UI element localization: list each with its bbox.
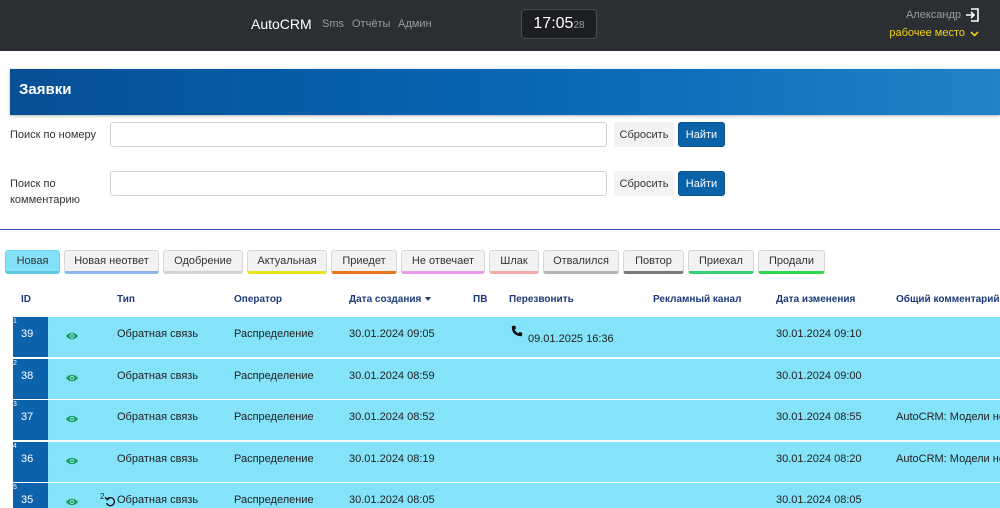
tab-junk[interactable]: Шлак — [489, 250, 539, 274]
row-id-cell[interactable]: 5 35 — [13, 483, 48, 508]
nav-link-reports[interactable]: Отчёты — [352, 18, 390, 30]
row-id[interactable]: 37 — [21, 411, 33, 423]
row-id-cell[interactable]: 3 37 — [13, 400, 48, 440]
row-created: 30.01.2024 08:05 — [349, 494, 435, 506]
eye-icon[interactable] — [65, 456, 79, 466]
top-navbar: AutoCRM Sms Отчёты Админ 17:0528 Алексан… — [0, 0, 1000, 51]
row-created: 30.01.2024 08:52 — [349, 411, 435, 423]
tab-actual[interactable]: Актуальная — [247, 250, 327, 274]
table-row[interactable]: 3 37 Обратная связь Распределение 30.01.2024… — [13, 399, 1000, 440]
user-name[interactable]: Александр — [906, 9, 961, 21]
row-type: Обратная связь — [117, 328, 199, 340]
search-by-comment-input[interactable] — [110, 171, 607, 196]
row-modified: 30.01.2024 09:10 — [776, 328, 862, 340]
eye-icon[interactable] — [65, 414, 79, 424]
row-type: Обратная связь — [117, 369, 199, 382]
tab-arrived[interactable]: Приехал — [688, 250, 754, 274]
column-header-created-label: Дата создания — [349, 294, 422, 305]
column-header-comment[interactable]: Общий комментарий — [896, 294, 1000, 305]
row-modified: 30.01.2024 08:05 — [776, 494, 862, 506]
tab-new[interactable]: Новая — [5, 250, 60, 274]
row-type: Обратная связь — [117, 452, 199, 465]
search-by-comment-label: Поиск по комментарию — [10, 178, 80, 206]
tab-dropped[interactable]: Отвалился — [543, 250, 619, 274]
tab-repeat[interactable]: Повтор — [623, 250, 684, 274]
column-header-ad-channel[interactable]: Рекламный канал — [653, 294, 741, 305]
column-header-id[interactable]: ID — [21, 294, 31, 305]
column-header-operator[interactable]: Оператор — [234, 294, 282, 305]
row-id-cell[interactable]: 4 36 — [13, 441, 48, 482]
page-header: Заявки — [10, 69, 1000, 115]
row-created: 30.01.2024 08:19 — [349, 452, 435, 465]
eye-icon[interactable] — [65, 373, 79, 383]
row-modified: 30.01.2024 09:00 — [776, 369, 862, 382]
nav-link-sms[interactable]: Sms — [322, 18, 344, 30]
row-operator: Распределение — [234, 411, 314, 423]
clock-time: 17:05 — [533, 15, 574, 32]
table-row[interactable]: 5 35 2 Обратная связь Распределение 30.01.202… — [13, 482, 1000, 508]
row-id-cell[interactable]: 1 39 — [13, 317, 48, 357]
workplace-dropdown[interactable]: рабочее место — [889, 27, 965, 39]
row-number: 1 — [13, 318, 17, 325]
row-comment: AutoCRM: Модели не — [896, 411, 1000, 423]
eye-icon[interactable] — [65, 497, 79, 507]
row-operator: Распределение — [234, 328, 314, 340]
undo-icon[interactable] — [104, 495, 116, 507]
sort-desc-icon — [425, 297, 432, 302]
row-type: Обратная связь — [117, 411, 199, 423]
row-number: 4 — [13, 442, 17, 450]
table-row[interactable]: 1 39 Обратная связь Распределение 30.01.2024… — [13, 316, 1000, 357]
chevron-down-icon[interactable] — [970, 29, 979, 38]
row-created: 30.01.2024 09:05 — [349, 328, 435, 340]
table-row[interactable]: 4 36 Обратная связь Распределение 30.01.2024… — [13, 440, 1000, 482]
section-divider — [0, 229, 1000, 230]
eye-icon[interactable] — [65, 331, 79, 341]
clock-seconds: 28 — [573, 20, 585, 31]
tab-sold[interactable]: Продали — [758, 250, 825, 274]
tab-approval[interactable]: Одобрение — [163, 250, 243, 274]
page-title: Заявки — [19, 81, 72, 98]
column-header-created[interactable]: Дата создания — [349, 294, 432, 305]
row-number: 5 — [13, 484, 17, 491]
row-operator: Распределение — [234, 494, 314, 506]
row-modified: 30.01.2024 08:20 — [776, 452, 862, 465]
nav-link-admin[interactable]: Админ — [398, 18, 432, 30]
row-number: 3 — [13, 401, 17, 408]
row-id-cell[interactable]: 2 38 — [13, 358, 48, 399]
find-number-button[interactable]: Найти — [678, 122, 725, 147]
row-operator: Распределение — [234, 452, 314, 465]
tab-new-noanswer[interactable]: Новая неответ — [64, 250, 159, 274]
tab-no-answer[interactable]: Не отвечает — [401, 250, 485, 274]
row-id[interactable]: 35 — [21, 494, 33, 506]
logout-icon[interactable] — [965, 8, 979, 22]
column-header-modified[interactable]: Дата изменения — [776, 294, 855, 305]
row-id[interactable]: 39 — [21, 328, 33, 340]
clock: 17:0528 — [521, 9, 597, 39]
row-comment: AutoCRM: Модели не — [896, 452, 1000, 465]
row-created: 30.01.2024 08:59 — [349, 369, 435, 382]
phone-icon — [511, 325, 523, 337]
search-by-number-label: Поиск по номеру — [10, 129, 97, 141]
column-header-callback[interactable]: Перезвонить — [509, 294, 574, 305]
tab-will-come[interactable]: Приедет — [331, 250, 397, 274]
row-type: Обратная связь — [117, 494, 199, 506]
row-modified: 30.01.2024 08:55 — [776, 411, 862, 423]
row-callback: 09.01.2025 16:36 — [528, 333, 614, 345]
table-row[interactable]: 2 38 Обратная связь Распределение 30.01.2024… — [13, 357, 1000, 399]
brand-logo[interactable]: AutoCRM — [251, 16, 312, 32]
column-header-pv[interactable]: ПВ — [473, 294, 487, 305]
reset-number-button[interactable]: Сбросить — [614, 122, 674, 147]
reset-comment-button[interactable]: Сбросить — [614, 171, 674, 196]
row-id[interactable]: 38 — [21, 370, 33, 382]
column-header-type[interactable]: Тип — [117, 294, 135, 305]
find-comment-button[interactable]: Найти — [678, 171, 725, 196]
row-id[interactable]: 36 — [21, 453, 33, 465]
row-operator: Распределение — [234, 369, 314, 382]
row-number: 2 — [13, 359, 17, 367]
search-by-number-input[interactable] — [110, 122, 607, 147]
